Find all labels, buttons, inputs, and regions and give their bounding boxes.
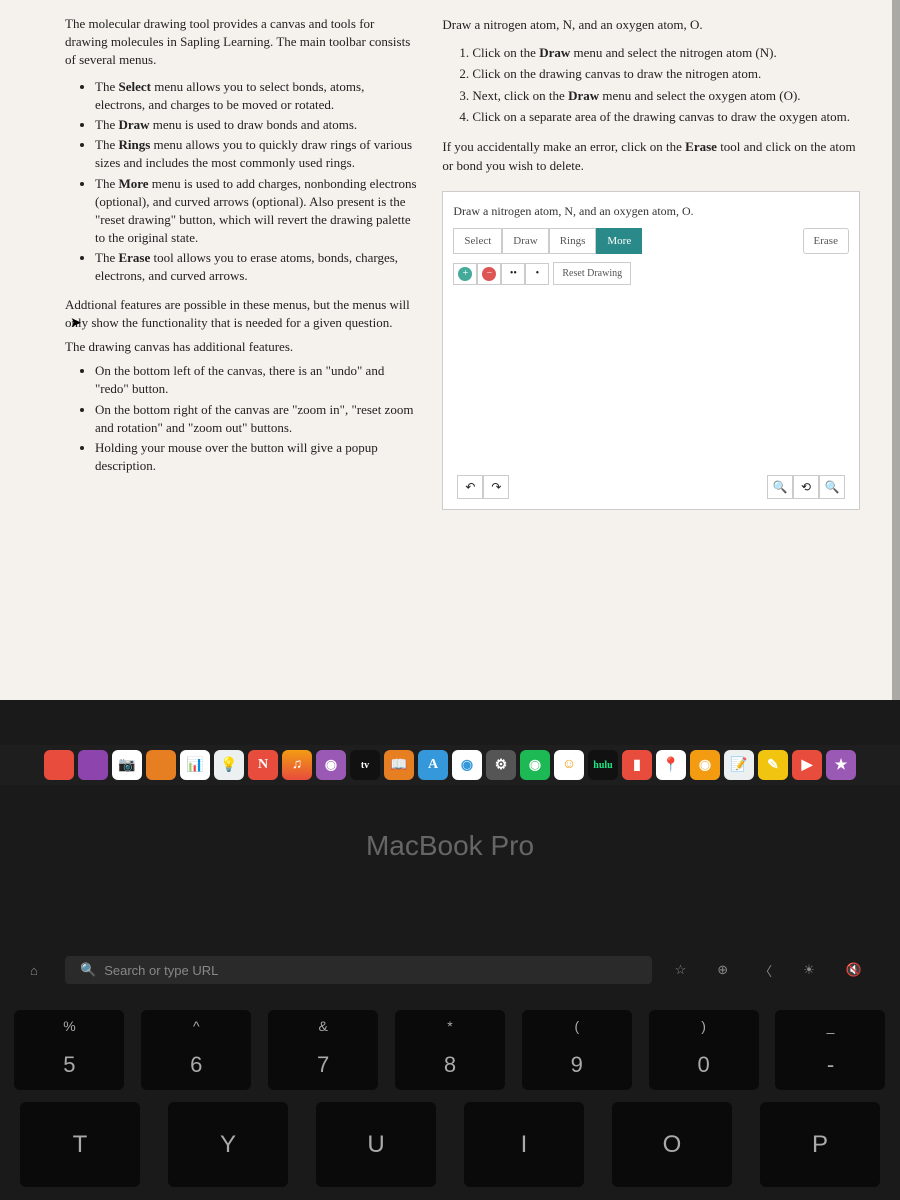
search-placeholder: Search or type URL bbox=[104, 963, 218, 978]
reset-drawing-button[interactable]: Reset Drawing bbox=[553, 262, 631, 285]
app-window: ➤ The molecular drawing tool provides a … bbox=[0, 0, 900, 700]
key-T[interactable]: T bbox=[20, 1102, 140, 1187]
drawing-canvas[interactable] bbox=[453, 285, 849, 475]
dock-news-icon[interactable]: N bbox=[248, 750, 278, 780]
dock-books-icon[interactable]: 📖 bbox=[384, 750, 414, 780]
touchbar-home-icon[interactable]: ⌂ bbox=[30, 963, 50, 978]
key-9[interactable]: (9 bbox=[522, 1010, 632, 1090]
bullet-item: The Draw menu is used to draw bonds and … bbox=[95, 116, 417, 134]
dock-appstore-icon[interactable]: A bbox=[418, 750, 448, 780]
erase-button[interactable]: Erase bbox=[803, 228, 849, 255]
rings-tab[interactable]: Rings bbox=[549, 228, 597, 255]
touch-bar[interactable]: ⌂ 🔍 Search or type URL ☆ ⊕ 〈 ☀ 🔇 bbox=[0, 950, 900, 990]
canvas-title: Draw a nitrogen atom, N, and an oxygen a… bbox=[453, 202, 849, 220]
redo-button[interactable]: ↷ bbox=[483, 475, 509, 499]
reset-zoom-button[interactable]: ⟲ bbox=[793, 475, 819, 499]
dock-podcast-icon[interactable]: ◉ bbox=[316, 750, 346, 780]
key-P[interactable]: P bbox=[760, 1102, 880, 1187]
keyboard: %5^6&7*8(9)0_- TYUIOP bbox=[0, 1010, 900, 1199]
canvas-bullets: On the bottom left of the canvas, there … bbox=[65, 362, 417, 475]
touchbar-star-icon[interactable]: ☆ bbox=[667, 958, 695, 982]
additional-note: Addtional features are possible in these… bbox=[65, 296, 417, 332]
bullet-item: The Select menu allows you to select bon… bbox=[95, 78, 417, 114]
dock-app-10[interactable]: ★ bbox=[826, 750, 856, 780]
key-5[interactable]: %5 bbox=[14, 1010, 124, 1090]
dock-hulu-icon[interactable]: hulu bbox=[588, 750, 618, 780]
key-0[interactable]: )0 bbox=[649, 1010, 759, 1090]
dock-tv-icon[interactable]: tv bbox=[350, 750, 380, 780]
dock-app-3[interactable]: 📷 bbox=[112, 750, 142, 780]
menu-bullets: The Select menu allows you to select bon… bbox=[65, 78, 417, 286]
macos-dock[interactable]: 📷 📊 💡 N ♫ ◉ tv 📖 A ◉ ⚙ ◉ ☺ hulu ▮ 📍 ◉ 📝 … bbox=[0, 745, 900, 785]
dock-spotify-icon[interactable]: ◉ bbox=[520, 750, 550, 780]
bullet-item: On the bottom left of the canvas, there … bbox=[95, 362, 417, 398]
canvas-bottom-bar: ↶ ↷ 🔍 ⟲ 🔍 bbox=[453, 475, 849, 499]
canvas-toolbar: Select Draw Rings More Erase bbox=[453, 228, 849, 255]
bullet-item: Holding your mouse over the button will … bbox=[95, 439, 417, 475]
single-electron-button[interactable]: • bbox=[525, 263, 549, 285]
undo-button[interactable]: ↶ bbox=[457, 475, 483, 499]
dock-app-8[interactable]: ◉ bbox=[690, 750, 720, 780]
instructions-left: The molecular drawing tool provides a ca… bbox=[10, 15, 432, 685]
touchbar-search[interactable]: 🔍 Search or type URL bbox=[65, 956, 652, 984]
step-item: Next, click on the Draw menu and select … bbox=[472, 86, 860, 106]
drawing-canvas-panel: Draw a nitrogen atom, N, and an oxygen a… bbox=[442, 191, 860, 511]
instructions-right: Draw a nitrogen atom, N, and an oxygen a… bbox=[432, 15, 890, 685]
remove-charge-button[interactable]: − bbox=[477, 263, 501, 285]
select-tab[interactable]: Select bbox=[453, 228, 502, 255]
touchbar-brightness-icon[interactable]: ☀ bbox=[795, 958, 823, 982]
zoom-out-button[interactable]: 🔍 bbox=[819, 475, 845, 499]
step-item: Click on the Draw menu and select the ni… bbox=[472, 43, 860, 63]
key-7[interactable]: &7 bbox=[268, 1010, 378, 1090]
dock-chart-icon[interactable]: 📊 bbox=[180, 750, 210, 780]
key--[interactable]: _- bbox=[775, 1010, 885, 1090]
dock-app-6[interactable]: ☺ bbox=[554, 750, 584, 780]
task-instruction: Draw a nitrogen atom, N, and an oxygen a… bbox=[442, 15, 860, 35]
cursor-icon: ➤ bbox=[70, 315, 82, 332]
intro-text: The molecular drawing tool provides a ca… bbox=[65, 15, 417, 70]
key-I[interactable]: I bbox=[464, 1102, 584, 1187]
dock-app-7[interactable]: ▮ bbox=[622, 750, 652, 780]
dock-app-2[interactable] bbox=[78, 750, 108, 780]
key-8[interactable]: *8 bbox=[395, 1010, 505, 1090]
step-list: Click on the Draw menu and select the ni… bbox=[442, 43, 860, 127]
key-Y[interactable]: Y bbox=[168, 1102, 288, 1187]
bullet-item: The More menu is used to add charges, no… bbox=[95, 175, 417, 248]
dock-safari-icon[interactable]: ◉ bbox=[452, 750, 482, 780]
step-item: Click on a separate area of the drawing … bbox=[472, 107, 860, 127]
key-U[interactable]: U bbox=[316, 1102, 436, 1187]
dock-notes-icon[interactable]: 📝 bbox=[724, 750, 754, 780]
touchbar-mute-icon[interactable]: 🔇 bbox=[838, 958, 870, 982]
dock-settings-icon[interactable]: ⚙ bbox=[486, 750, 516, 780]
step-item: Click on the drawing canvas to draw the … bbox=[472, 64, 860, 84]
draw-tab[interactable]: Draw bbox=[502, 228, 548, 255]
bullet-item: The Erase tool allows you to erase atoms… bbox=[95, 249, 417, 285]
laptop-model-label: MacBook Pro bbox=[0, 830, 900, 862]
key-O[interactable]: O bbox=[612, 1102, 732, 1187]
zoom-in-button[interactable]: 🔍 bbox=[767, 475, 793, 499]
bullet-item: The Rings menu allows you to quickly dra… bbox=[95, 136, 417, 172]
dock-music-icon[interactable]: ♫ bbox=[282, 750, 312, 780]
key-6[interactable]: ^6 bbox=[141, 1010, 251, 1090]
dock-app-9[interactable]: ✎ bbox=[758, 750, 788, 780]
subtool-row: + − •• • Reset Drawing bbox=[453, 262, 849, 285]
dock-youtube-icon[interactable]: ▶ bbox=[792, 750, 822, 780]
canvas-features-intro: The drawing canvas has additional featur… bbox=[65, 338, 417, 356]
add-charge-button[interactable]: + bbox=[453, 263, 477, 285]
more-tab[interactable]: More bbox=[596, 228, 642, 255]
lone-pair-button[interactable]: •• bbox=[501, 263, 525, 285]
dock-maps-icon[interactable]: 📍 bbox=[656, 750, 686, 780]
touchbar-back-icon[interactable]: 〈 bbox=[751, 957, 780, 984]
dock-app-4[interactable] bbox=[146, 750, 176, 780]
bullet-item: On the bottom right of the canvas are "z… bbox=[95, 401, 417, 437]
search-icon: 🔍 bbox=[80, 962, 96, 978]
dock-app-5[interactable]: 💡 bbox=[214, 750, 244, 780]
touchbar-newtab-icon[interactable]: ⊕ bbox=[709, 958, 736, 982]
dock-app-1[interactable] bbox=[44, 750, 74, 780]
error-note: If you accidentally make an error, click… bbox=[442, 137, 860, 176]
